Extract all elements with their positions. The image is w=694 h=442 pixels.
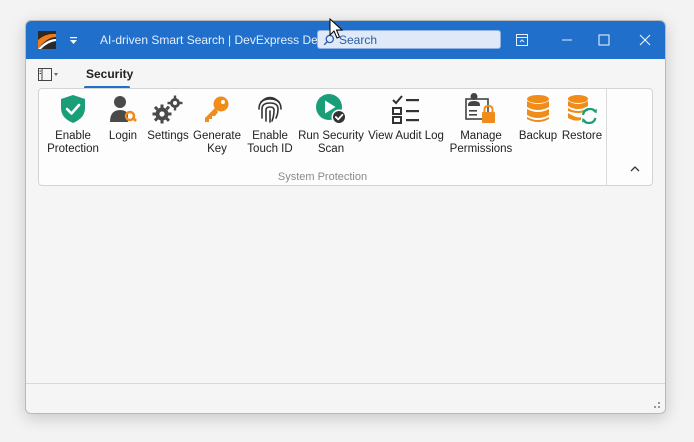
key-icon [205,96,229,122]
close-icon[interactable] [635,30,655,50]
fingerprint-icon [258,96,282,123]
quick-access-dropdown-icon[interactable] [66,32,80,48]
button-label: Enable Protection [47,130,99,155]
app-window: AI-driven Smart Search | DevExpress Demo… [25,20,666,414]
button-label: Manage Permissions [449,130,513,155]
button-label: Restore [561,130,603,142]
button-label: Enable Touch ID [247,130,293,155]
button-label: Generate Key [193,130,241,155]
button-label: Settings [147,130,189,142]
user-key-icon [110,96,137,122]
ribbon-tab-row: Security [26,59,665,89]
login-button[interactable]: Login [101,93,145,167]
collapse-ribbon-button[interactable] [628,161,642,175]
enable-touch-id-button[interactable]: Enable Touch ID [245,93,295,167]
app-logo-icon [38,31,56,49]
search-input[interactable]: Search [317,30,501,49]
panel-icon [38,68,58,81]
ribbon-display-options-icon[interactable] [512,30,532,50]
database-icon [527,95,549,122]
button-label: Run Security Scan [298,130,364,155]
resize-grip-icon[interactable] [651,401,661,411]
settings-button[interactable]: Settings [145,93,191,167]
tab-security[interactable]: Security [86,67,133,81]
maximize-icon[interactable] [594,30,614,50]
database-restore-icon [568,95,597,124]
shield-check-icon [61,95,85,123]
chevron-up-icon [630,165,640,171]
manage-permissions-button[interactable]: Manage Permissions [447,93,515,167]
user-lock-icon [465,93,495,123]
view-audit-log-button[interactable]: View Audit Log [367,93,445,167]
search-placeholder: Search [339,32,378,47]
backup-button[interactable]: Backup [515,93,561,167]
status-bar [26,383,665,413]
title-bar: AI-driven Smart Search | DevExpress Demo… [26,21,665,59]
button-label: View Audit Log [368,130,444,142]
button-label: Backup [518,130,558,142]
ribbon-group-label: System Protection [277,171,368,183]
backstage-menu-button[interactable] [38,67,62,83]
gears-icon [152,95,183,124]
search-icon [323,34,335,45]
button-label: Login [108,130,138,142]
enable-protection-button[interactable]: Enable Protection [45,93,101,167]
ribbon-panel: Enable Protection Login Settings Generat… [38,88,653,186]
group-separator [606,89,607,185]
minimize-icon[interactable] [557,30,577,50]
window-title: AI-driven Smart Search | DevExpress Demo [100,33,335,47]
generate-key-button[interactable]: Generate Key [191,93,243,167]
run-security-scan-button[interactable]: Run Security Scan [297,93,365,167]
play-check-icon [316,94,347,125]
restore-button[interactable]: Restore [559,93,605,167]
checklist-icon [392,95,419,124]
